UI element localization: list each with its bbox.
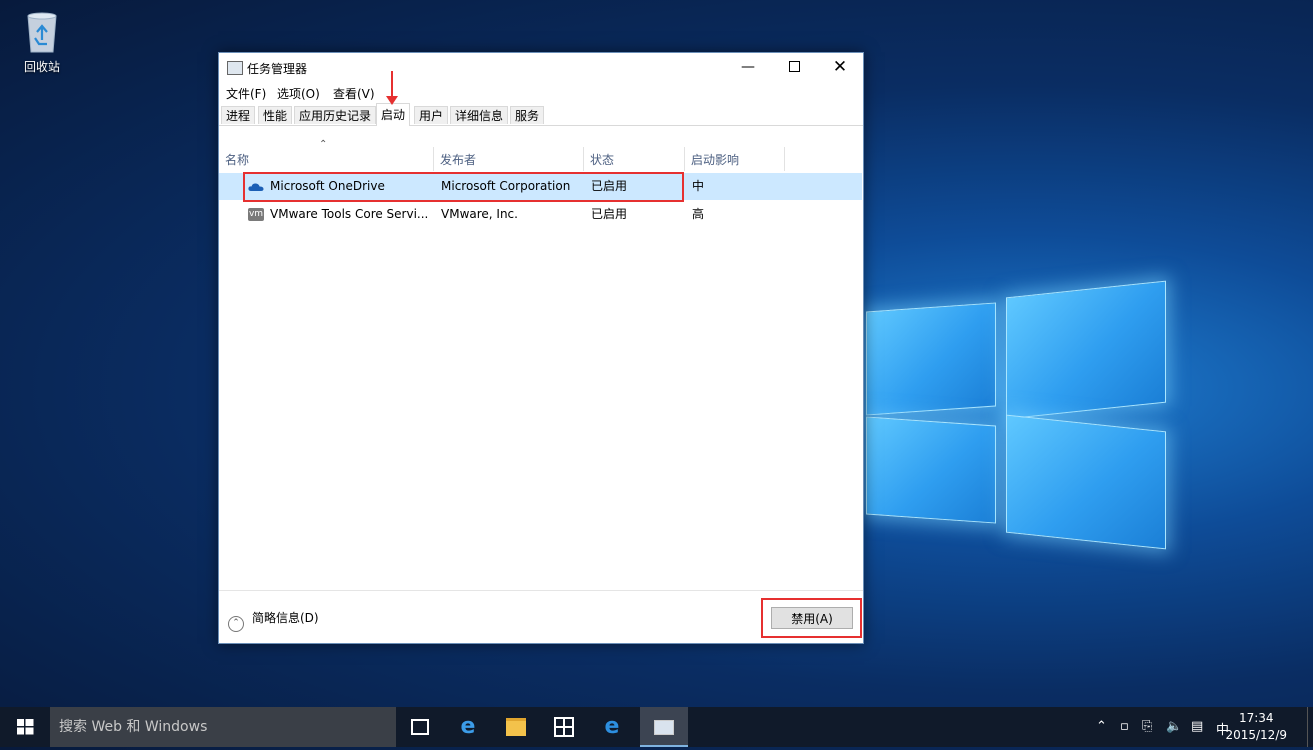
tab-strip: 进程 性能 应用历史记录 启动 用户 详细信息 服务 xyxy=(219,71,863,126)
notifications-icon[interactable]: ▤ xyxy=(1191,719,1203,734)
minimize-button[interactable]: — xyxy=(725,53,771,81)
search-box[interactable]: 搜索 Web 和 Windows xyxy=(50,707,396,747)
recycle-bin[interactable]: 回收站 xyxy=(14,8,70,75)
clock-time: 17:34 xyxy=(1238,711,1274,725)
title-bar[interactable]: 任务管理器 — ✕ xyxy=(219,53,863,81)
show-desktop-button[interactable] xyxy=(1307,707,1313,747)
column-header-startup-impact[interactable]: 启动影响 xyxy=(685,147,785,171)
table-row[interactable]: vm VMware Tools Core Servi... VMware, In… xyxy=(219,201,862,228)
menu-view[interactable]: 查看(V) xyxy=(333,85,375,102)
task-manager-icon xyxy=(227,61,243,75)
task-view-button[interactable] xyxy=(396,707,444,747)
edge-icon: e xyxy=(460,714,476,739)
column-header-name[interactable]: 名称 xyxy=(219,147,434,171)
menu-bar: 文件(F) 选项(O) 查看(V) xyxy=(219,81,863,103)
clock[interactable]: 17:34 2015/12/9 xyxy=(1225,710,1287,744)
task-manager-taskbar-button[interactable] xyxy=(640,707,688,747)
red-highlight-box-row xyxy=(243,172,684,202)
vmware-icon: vm xyxy=(248,208,264,221)
fewer-details-label: 简略信息(D) xyxy=(252,611,319,625)
column-header-row: ⌃ 名称 发布者 状态 启动影响 xyxy=(219,139,863,171)
internet-explorer-button[interactable]: e xyxy=(588,707,636,747)
network-icon[interactable]: ⎘ xyxy=(1142,719,1152,734)
tab-details[interactable]: 详细信息 xyxy=(450,106,509,124)
edge-button[interactable]: e xyxy=(444,707,492,747)
task-view-icon xyxy=(411,719,429,735)
store-button[interactable] xyxy=(540,707,588,747)
column-header-status[interactable]: 状态 xyxy=(584,147,685,171)
fewer-details-link[interactable]: ⌃ 简略信息(D) xyxy=(228,609,319,632)
row-status: 已启用 xyxy=(591,207,628,221)
column-header-publisher[interactable]: 发布者 xyxy=(434,147,584,171)
windows-logo-wallpaper xyxy=(860,265,1170,550)
tab-performance[interactable]: 性能 xyxy=(258,106,293,124)
maximize-icon xyxy=(788,61,800,72)
tablet-icon[interactable]: ▫ xyxy=(1120,719,1129,734)
menu-file[interactable]: 文件(F) xyxy=(226,85,266,102)
volume-icon[interactable]: 🔈 xyxy=(1166,719,1182,734)
row-impact: 中 xyxy=(692,179,705,193)
taskbar: 搜索 Web 和 Windows e e ⌃ ▫ ⎘ 🔈 ▤ 中 17:34 2… xyxy=(0,707,1313,747)
window-title: 任务管理器 xyxy=(247,62,308,76)
recycle-bin-label: 回收站 xyxy=(23,60,60,74)
start-button[interactable] xyxy=(0,707,50,747)
task-manager-icon xyxy=(654,719,674,735)
red-highlight-box-button xyxy=(761,598,862,638)
tab-services[interactable]: 服务 xyxy=(510,106,545,124)
close-button[interactable]: ✕ xyxy=(817,53,863,81)
maximize-button[interactable] xyxy=(771,53,817,81)
store-icon xyxy=(554,717,574,737)
red-arrow-annotation xyxy=(386,71,398,105)
tab-startup[interactable]: 启动 xyxy=(376,103,411,126)
file-explorer-button[interactable] xyxy=(492,707,540,747)
footer-bar: ⌃ 简略信息(D) 禁用(A) xyxy=(219,590,863,643)
task-manager-window[interactable]: 任务管理器 — ✕ 文件(F) 选项(O) 查看(V) 进程 性能 应用历史记录… xyxy=(218,52,864,644)
clock-date: 2015/12/9 xyxy=(1225,728,1287,742)
row-name: VMware Tools Core Servi... xyxy=(270,207,429,221)
menu-options[interactable]: 选项(O) xyxy=(277,85,320,102)
row-impact: 高 xyxy=(692,207,705,221)
row-publisher: VMware, Inc. xyxy=(441,207,518,221)
minimize-icon: — xyxy=(741,59,755,75)
tab-app-history[interactable]: 应用历史记录 xyxy=(294,106,377,124)
folder-icon xyxy=(506,718,526,736)
close-icon: ✕ xyxy=(832,57,848,77)
chevron-up-icon: ⌃ xyxy=(228,616,244,632)
tab-users[interactable]: 用户 xyxy=(414,106,449,124)
chevron-up-icon[interactable]: ⌃ xyxy=(1096,719,1107,734)
internet-explorer-icon: e xyxy=(604,714,620,739)
tab-processes[interactable]: 进程 xyxy=(221,106,256,124)
recycle-bin-icon xyxy=(24,10,60,54)
windows-start-icon xyxy=(17,719,34,735)
